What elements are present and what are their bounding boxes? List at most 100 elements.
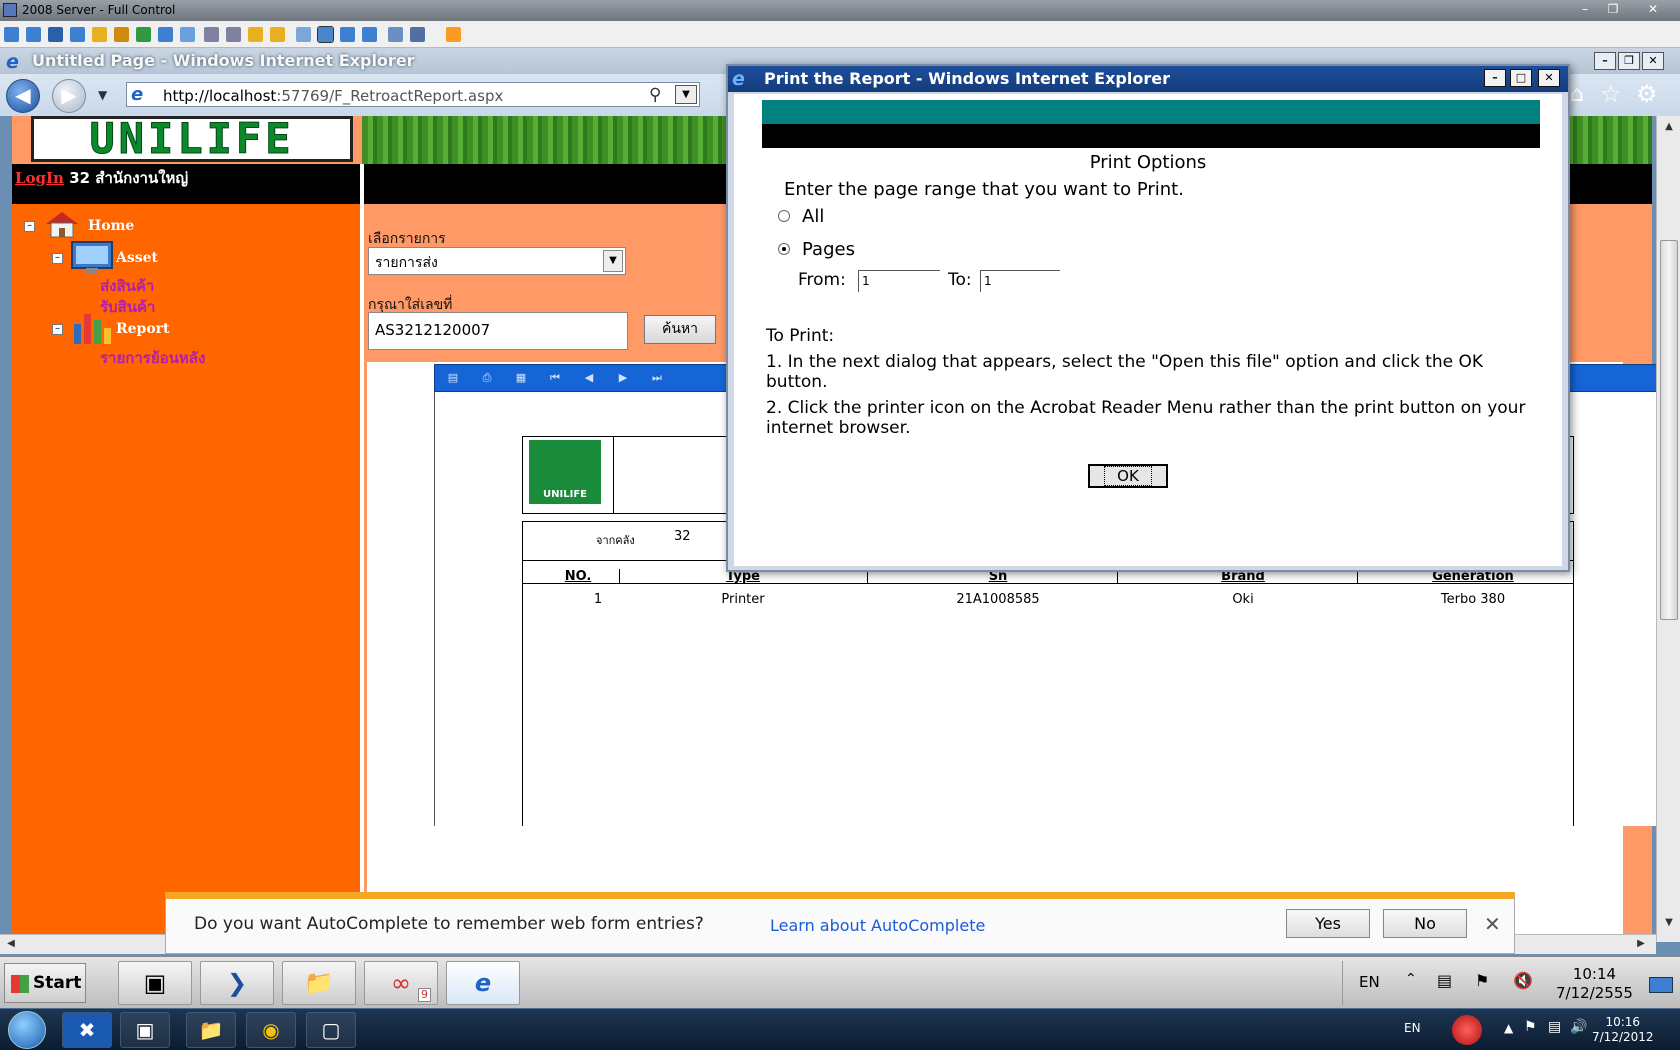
login-link[interactable]: LogIn	[15, 169, 64, 187]
autocomplete-yes-button[interactable]: Yes	[1286, 909, 1370, 938]
back-button[interactable]: ◀	[6, 79, 40, 113]
virtualbox-icon[interactable]: ▢	[306, 1012, 356, 1048]
network-icon[interactable]: ▤	[1437, 971, 1452, 990]
app-x-icon[interactable]: ✖	[62, 1012, 112, 1048]
radio-all-label[interactable]: All	[802, 206, 824, 227]
phone-icon[interactable]	[158, 27, 173, 42]
history-dropdown-icon[interactable]: ▼	[98, 88, 107, 102]
remote-close-button[interactable]: ✕	[1640, 2, 1666, 18]
tree-collapse-asset-icon[interactable]: –	[52, 253, 63, 264]
item-type-select[interactable]: รายการส่ง ▼	[368, 247, 626, 275]
sidebar-item-report[interactable]: Report	[116, 321, 170, 337]
host-show-hidden-icon[interactable]: ▲	[1504, 1021, 1513, 1035]
vertical-scroll-thumb[interactable]	[1660, 240, 1678, 620]
ok-button[interactable]: OK	[1088, 464, 1168, 488]
tree-collapse-report-icon[interactable]: –	[52, 324, 63, 335]
host-flag-icon[interactable]: ⚑	[1524, 1019, 1537, 1035]
radio-all[interactable]	[778, 210, 790, 222]
address-dropdown-icon[interactable]: ▼	[675, 85, 697, 104]
favorites-star-icon[interactable]: ☆	[1600, 80, 1622, 108]
window-icon[interactable]	[296, 27, 311, 42]
fit-icon[interactable]	[340, 27, 355, 42]
screen-icon[interactable]	[26, 27, 41, 42]
learn-autocomplete-link[interactable]: Learn about AutoComplete	[770, 916, 985, 935]
terminal-icon[interactable]	[48, 27, 63, 42]
host-network-icon[interactable]: ▤	[1548, 1019, 1561, 1035]
search-icon[interactable]: ⚲	[649, 85, 661, 105]
explorer-folder-icon[interactable]: 📁	[282, 961, 356, 1005]
host-volume-icon[interactable]: 🔊	[1570, 1019, 1587, 1035]
tools-icon[interactable]	[410, 27, 425, 42]
document-number-input[interactable]: AS3212120007	[368, 312, 628, 350]
vertical-scrollbar[interactable]: ▲ ▼	[1656, 116, 1680, 942]
ie-close-button[interactable]: ✕	[1642, 52, 1664, 70]
monitor-icon[interactable]	[4, 27, 19, 42]
show-hidden-icons-icon[interactable]: ⌃	[1405, 971, 1417, 987]
first-page-icon[interactable]: ⏮	[547, 371, 563, 385]
start-button[interactable]: Start	[4, 963, 86, 1003]
forward-button[interactable]: ▶	[52, 79, 86, 113]
dialog-close-button[interactable]: ✕	[1538, 69, 1560, 87]
to-page-input[interactable]: 1	[980, 270, 1060, 292]
dialog-minimize-button[interactable]: –	[1484, 69, 1506, 87]
volume-muted-icon[interactable]: 🔇	[1513, 971, 1533, 990]
users-icon[interactable]	[136, 27, 151, 42]
message-icon[interactable]	[180, 27, 195, 42]
folder-icon[interactable]: 📁	[186, 1012, 236, 1048]
scale-icon[interactable]	[362, 27, 377, 42]
select-arrow-icon[interactable]: ▼	[603, 250, 623, 272]
autocomplete-no-button[interactable]: No	[1383, 909, 1467, 938]
scroll-left-icon[interactable]: ◀	[2, 935, 20, 953]
scroll-up-icon[interactable]: ▲	[1660, 118, 1678, 136]
from-page-input[interactable]: 1	[858, 270, 940, 292]
capture-icon[interactable]	[388, 27, 403, 42]
radio-pages[interactable]	[778, 243, 790, 255]
scroll-down-icon[interactable]: ▼	[1660, 914, 1678, 932]
prev-page-icon[interactable]: ◀	[581, 371, 597, 385]
visual-studio-icon[interactable]: ∞ 9	[364, 961, 438, 1005]
fullscreen-icon[interactable]	[317, 26, 334, 43]
tree-toggle-icon[interactable]: ▦	[513, 371, 529, 385]
disconnect-icon[interactable]	[446, 27, 461, 42]
host-clock[interactable]: 10:16 7/12/2012	[1592, 1015, 1654, 1045]
people-icon[interactable]	[226, 27, 241, 42]
export-icon[interactable]: ▤	[445, 371, 461, 385]
sidebar-item-home[interactable]: Home	[88, 218, 134, 234]
address-bar[interactable]: e http://localhost:57769/F_RetroactRepor…	[126, 82, 700, 107]
internet-explorer-icon[interactable]: e	[446, 961, 520, 1005]
clock-icon[interactable]	[114, 27, 129, 42]
action-center-flag-icon[interactable]: ⚑	[1475, 971, 1489, 990]
remote-minimize-button[interactable]: –	[1572, 2, 1598, 18]
sidebar-item-retroactive[interactable]: รายการย้อนหลัง	[100, 346, 205, 370]
chrome-icon[interactable]: ◉	[246, 1012, 296, 1048]
server-manager-icon[interactable]: ▣	[118, 961, 192, 1005]
chat-icon[interactable]	[70, 27, 85, 42]
unlock-icon[interactable]	[270, 27, 285, 42]
tools-gear-icon[interactable]: ⚙	[1636, 80, 1658, 108]
remote-clock[interactable]: 10:14 7/12/2555	[1556, 965, 1633, 1003]
update-alert-icon[interactable]	[1452, 1015, 1482, 1045]
powershell-icon[interactable]: ❯	[200, 961, 274, 1005]
home-icon[interactable]: ⌂	[1570, 82, 1584, 107]
search-button[interactable]: ค้นหา	[644, 315, 716, 344]
upload-icon[interactable]	[204, 27, 219, 42]
close-icon[interactable]: ✕	[1484, 912, 1501, 936]
windows-start-orb-icon[interactable]	[8, 1011, 46, 1049]
host-language-indicator[interactable]: EN	[1404, 1021, 1421, 1035]
radio-pages-label[interactable]: Pages	[802, 239, 855, 260]
remote-restore-button[interactable]: ❐	[1600, 2, 1626, 18]
tree-collapse-home-icon[interactable]: –	[24, 221, 35, 232]
next-page-icon[interactable]: ▶	[615, 371, 631, 385]
ie-restore-button[interactable]: ❐	[1618, 52, 1640, 70]
dialog-maximize-button[interactable]: □	[1510, 69, 1532, 87]
print-icon[interactable]: ⎙	[479, 371, 495, 385]
language-indicator[interactable]: EN	[1359, 973, 1380, 991]
show-desktop-icon[interactable]	[1649, 977, 1673, 993]
last-page-icon[interactable]: ⏭	[649, 371, 665, 385]
scroll-right-icon[interactable]: ▶	[1632, 935, 1650, 953]
remote-app-icon[interactable]: ▣	[120, 1012, 170, 1048]
sidebar-item-asset[interactable]: Asset	[116, 250, 158, 266]
ie-minimize-button[interactable]: –	[1594, 52, 1616, 70]
transfer-icon[interactable]	[92, 27, 107, 42]
lock-icon[interactable]	[248, 27, 263, 42]
